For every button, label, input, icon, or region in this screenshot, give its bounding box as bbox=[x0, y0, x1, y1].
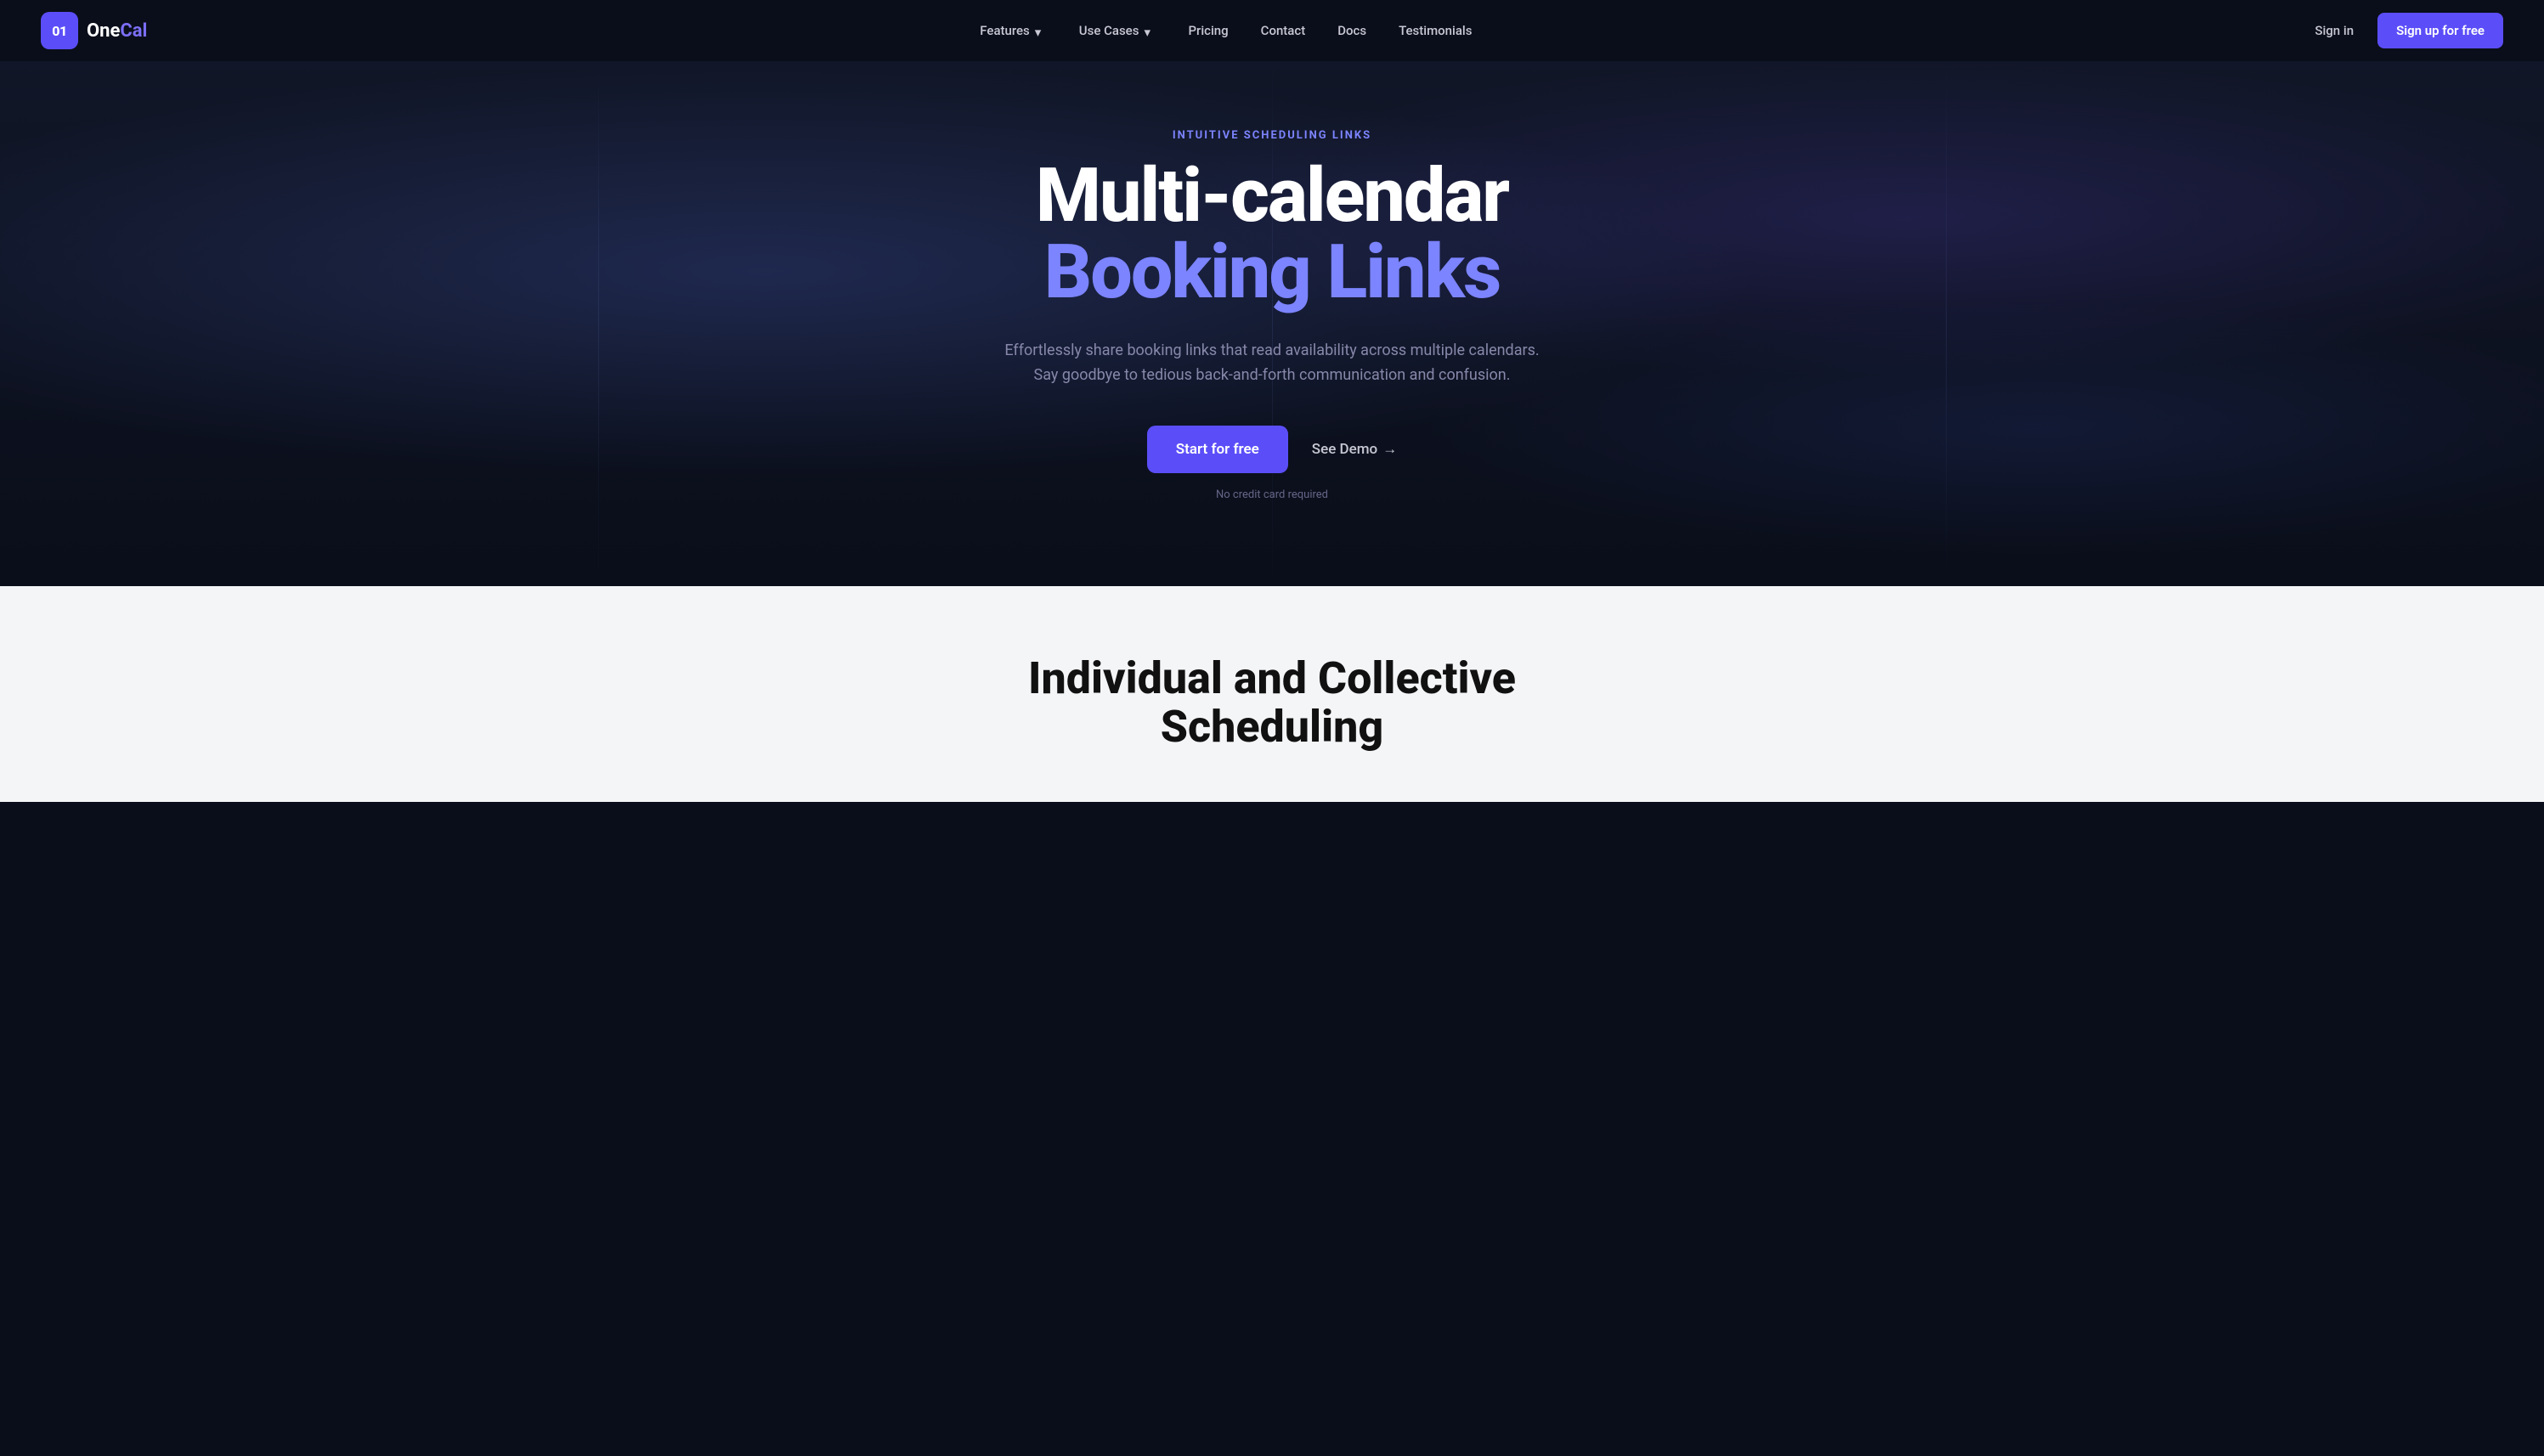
hero-title: Multi-calendar Booking Links bbox=[1036, 159, 1508, 339]
logo-text: OneCal bbox=[87, 20, 147, 42]
bottom-title: Individual and Collective Scheduling bbox=[975, 654, 1569, 751]
nav-use-cases[interactable]: Use Cases ▾ bbox=[1066, 16, 1170, 45]
nav-actions: Sign in Sign up for free bbox=[2304, 13, 2503, 48]
nav-docs[interactable]: Docs bbox=[1324, 16, 1380, 45]
hero-title-line2: Booking Links bbox=[1036, 234, 1508, 312]
nav-contact[interactable]: Contact bbox=[1247, 16, 1320, 45]
chevron-down-icon: ▾ bbox=[1144, 25, 1156, 37]
start-for-free-button[interactable]: Start for free bbox=[1147, 426, 1288, 473]
hero-description: Effortlessly share booking links that re… bbox=[1004, 339, 1539, 388]
arrow-right-icon: → bbox=[1382, 441, 1397, 458]
chevron-down-icon: ▾ bbox=[1035, 25, 1047, 37]
bottom-section: Individual and Collective Scheduling bbox=[0, 586, 2544, 802]
nav-pricing[interactable]: Pricing bbox=[1174, 16, 1241, 45]
hero-section: INTUITIVE SCHEDULING LINKS Multi-calenda… bbox=[0, 61, 2544, 586]
signup-button[interactable]: Sign up for free bbox=[2377, 13, 2503, 48]
nav-features[interactable]: Features ▾ bbox=[966, 16, 1060, 45]
hero-title-line1: Multi-calendar bbox=[1036, 159, 1508, 234]
hero-cta-row: Start for free See Demo → bbox=[1147, 426, 1397, 473]
hero-eyebrow: INTUITIVE SCHEDULING LINKS bbox=[1173, 129, 1371, 142]
sign-in-link[interactable]: Sign in bbox=[2304, 16, 2364, 45]
logo[interactable]: 01 OneCal bbox=[41, 12, 147, 49]
navbar: 01 OneCal Features ▾ Use Cases ▾ Pricing… bbox=[0, 0, 2544, 61]
see-demo-link[interactable]: See Demo → bbox=[1312, 441, 1397, 458]
no-credit-card-text: No credit card required bbox=[1216, 488, 1328, 501]
logo-icon: 01 bbox=[41, 12, 78, 49]
nav-testimonials[interactable]: Testimonials bbox=[1385, 16, 1485, 45]
nav-links: Features ▾ Use Cases ▾ Pricing Contact D… bbox=[966, 16, 1485, 45]
